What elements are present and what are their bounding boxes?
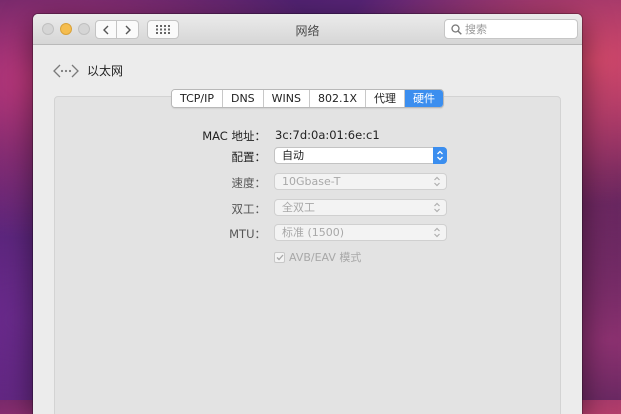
speed-select[interactable]: 10Gbase-T [274,173,447,190]
duplex-row: 双工： 全双工 [33,199,582,217]
up-down-arrows-icon [434,202,440,213]
speed-row: 速度： 10Gbase-T [33,173,582,191]
search-icon [451,23,462,35]
tab-hardware[interactable]: 硬件 [405,90,444,107]
tab-proxy[interactable]: 代理 [366,90,406,107]
ethernet-icon [53,64,79,77]
mtu-stepper [430,224,444,241]
title-bar: 网络 [33,14,582,45]
configure-value: 自动 [282,149,304,162]
duplex-select[interactable]: 全双工 [274,199,447,216]
mtu-label: MTU： [229,227,266,241]
search-input[interactable] [465,22,565,36]
service-name: 以太网 [87,64,124,78]
duplex-value: 全双工 [282,201,315,214]
configure-label: 配置： [231,150,267,164]
speed-stepper [430,173,444,190]
duplex-stepper [430,199,444,216]
avb-eav-label: AVB/EAV 模式 [289,251,362,264]
avb-eav-checkbox[interactable] [274,251,285,263]
search-field[interactable] [444,19,578,39]
service-header: 以太网 [53,62,123,79]
up-down-arrows-icon [434,176,440,187]
tab-8021x[interactable]: 802.1X [310,90,367,107]
up-down-arrows-icon [434,227,440,238]
configure-select[interactable]: 自动 [274,147,447,164]
mac-address-row: MAC 地址： 3c:7d:0a:01:6e:c1 [33,126,582,144]
speed-value: 10Gbase-T [282,175,341,188]
tab-dns[interactable]: DNS [222,90,264,107]
checkmark-icon [276,254,283,260]
avb-eav-row: AVB/EAV 模式 [274,249,361,265]
up-down-arrows-icon [437,150,443,161]
configure-row: 配置： 自动 [33,147,582,165]
speed-label: 速度： [231,176,267,190]
tab-wins[interactable]: WINS [263,90,311,107]
configure-stepper[interactable] [433,147,447,164]
mtu-value: 标准 (1500) [282,226,345,239]
mac-address-value: 3c:7d:0a:01:6e:c1 [275,128,380,142]
duplex-label: 双工： [231,202,267,216]
mtu-select[interactable]: 标准 (1500) [274,224,447,241]
tab-tcpip[interactable]: TCP/IP [172,90,223,107]
tab-bar: TCP/IP DNS WINS 802.1X 代理 硬件 [171,89,445,108]
mtu-row: MTU： 标准 (1500) [33,224,582,242]
network-preferences-window: 网络 以太网 TCP/IP DNS WINS 802.1X 代理 硬件 MAC … [33,14,582,414]
mac-address-label: MAC 地址： [202,129,266,143]
